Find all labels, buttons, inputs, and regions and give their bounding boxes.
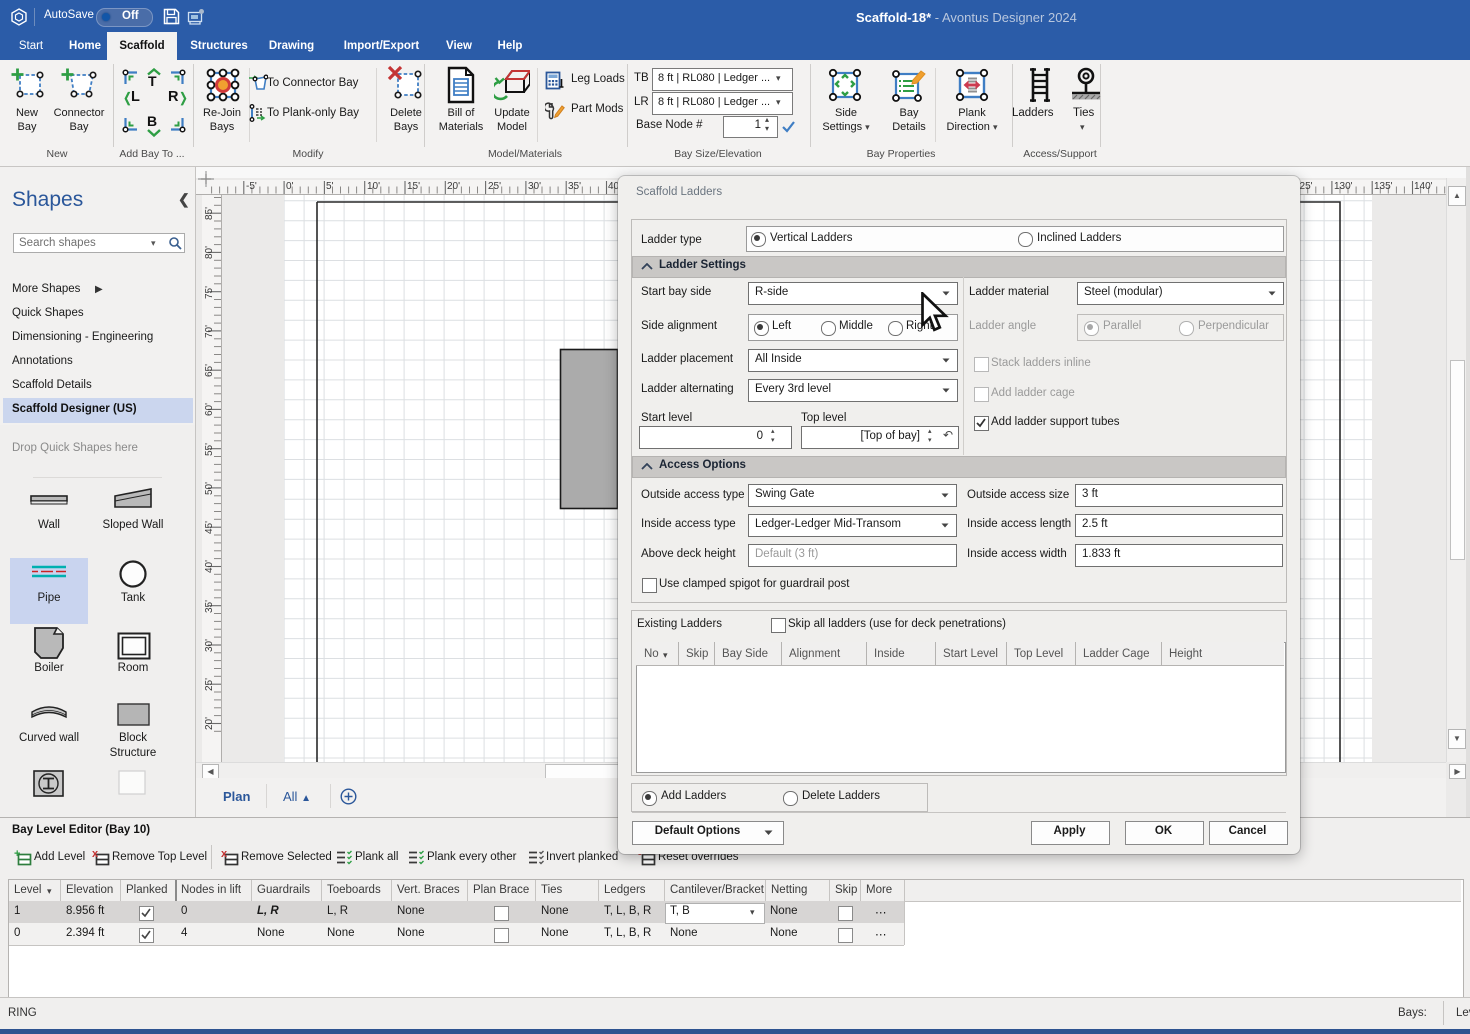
svg-text:+: + [14, 849, 20, 860]
svg-text:x: x [221, 849, 228, 860]
svg-text:x: x [92, 849, 99, 860]
